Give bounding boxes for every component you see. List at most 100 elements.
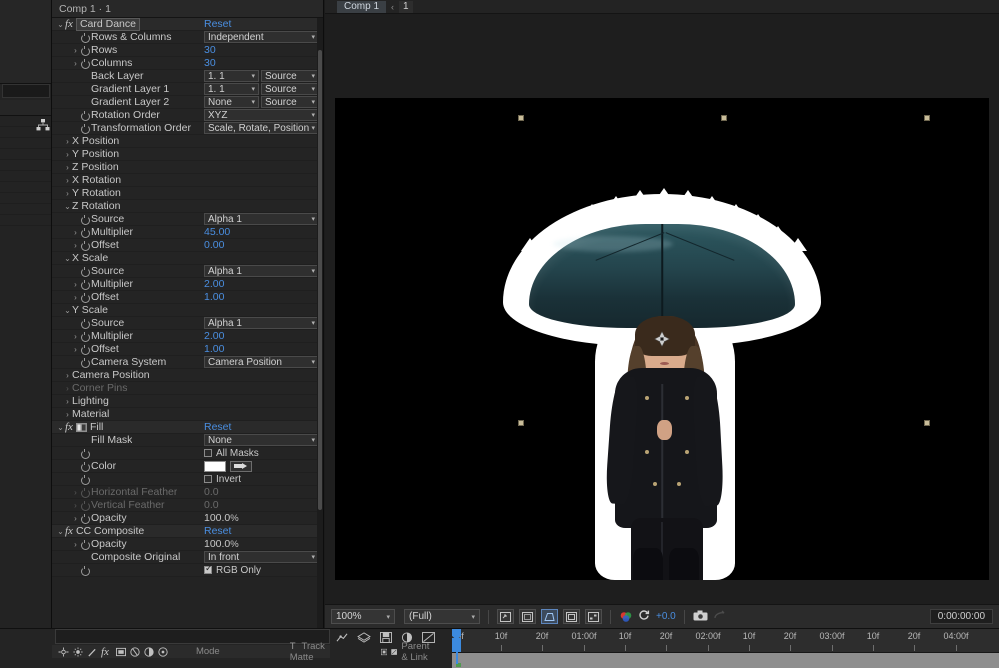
property-row-all-masks[interactable]: All Masks: [52, 447, 317, 460]
stopwatch-icon[interactable]: [80, 292, 90, 303]
disclosure-triangle[interactable]: ›: [63, 137, 72, 146]
list-item[interactable]: [0, 215, 51, 226]
stopwatch-icon[interactable]: [80, 500, 90, 511]
property-row-opacity[interactable]: › Opacity 100.0%: [52, 512, 317, 525]
property-row-rows[interactable]: › Rows 30: [52, 44, 317, 57]
property-row-x-rotation[interactable]: › X Rotation: [52, 174, 317, 187]
property-row-offset[interactable]: › Offset 1.00: [52, 343, 317, 356]
exposure-value[interactable]: +0.0: [656, 611, 676, 622]
show-snapshot-icon[interactable]: [519, 609, 536, 624]
property-row-opacity[interactable]: › Opacity 100.0%: [52, 538, 317, 551]
value-dropdown[interactable]: Independent ▾: [204, 31, 319, 43]
property-row-z-position[interactable]: › Z Position: [52, 161, 317, 174]
effect-header-fill[interactable]: ⌄ fx Fill Reset: [52, 421, 317, 434]
source-dropdown[interactable]: Source ▾: [261, 70, 319, 82]
property-value[interactable]: 30: [204, 44, 216, 56]
disclosure-triangle[interactable]: ›: [71, 280, 80, 289]
disclosure-triangle[interactable]: ›: [63, 371, 72, 380]
value-dropdown[interactable]: In front ▾: [204, 551, 319, 563]
disclosure-triangle[interactable]: ›: [63, 163, 72, 172]
reset-button[interactable]: Reset: [204, 421, 231, 433]
viewer-tab-comp1[interactable]: Comp 1: [337, 0, 387, 13]
disclosure-triangle[interactable]: ›: [71, 293, 80, 302]
opacity-icon[interactable]: [73, 646, 83, 657]
layer-dropdown[interactable]: None ▾: [204, 96, 259, 108]
adjustment-layer-icon[interactable]: [115, 647, 126, 657]
list-item[interactable]: [0, 160, 51, 171]
property-row-columns[interactable]: › Columns 30: [52, 57, 317, 70]
channel-color-icon[interactable]: [619, 611, 633, 623]
project-panel-area[interactable]: [0, 0, 51, 84]
property-row-vertical-feather[interactable]: › Vertical Feather 0.0: [52, 499, 317, 512]
viewer-stage[interactable]: [325, 14, 999, 604]
reset-exposure-icon[interactable]: [638, 609, 651, 624]
property-value[interactable]: 1.00: [204, 291, 224, 303]
property-row-material[interactable]: › Material: [52, 408, 317, 421]
lock-icon[interactable]: [391, 647, 398, 657]
project-footer-area[interactable]: [0, 100, 51, 116]
property-row-y-position[interactable]: › Y Position: [52, 148, 317, 161]
disclosure-triangle[interactable]: ⌄: [63, 306, 72, 315]
disclosure-triangle[interactable]: ›: [71, 332, 80, 341]
property-row-camera-system[interactable]: Camera System Camera Position ▾: [52, 356, 319, 369]
stopwatch-icon[interactable]: [80, 539, 90, 550]
value-dropdown[interactable]: Alpha 1 ▾: [204, 213, 319, 225]
disclosure-triangle[interactable]: ›: [71, 241, 80, 250]
stopwatch-icon[interactable]: [80, 448, 90, 459]
effects-presets-area[interactable]: [0, 116, 51, 628]
fx-icon[interactable]: fx: [101, 646, 109, 658]
property-value[interactable]: 2.00: [204, 330, 224, 342]
reset-button[interactable]: Reset: [204, 525, 231, 537]
disclosure-triangle[interactable]: ⌄: [63, 254, 72, 263]
property-row-multiplier[interactable]: › Multiplier 2.00: [52, 278, 317, 291]
playhead-foot[interactable]: [452, 638, 461, 652]
property-row-x-position[interactable]: › X Position: [52, 135, 317, 148]
value-dropdown[interactable]: Alpha 1 ▾: [204, 265, 319, 277]
stopwatch-icon[interactable]: [80, 266, 90, 277]
show-channel-icon[interactable]: [541, 609, 558, 624]
stopwatch-icon[interactable]: [80, 214, 90, 225]
value-dropdown[interactable]: None ▾: [204, 434, 319, 446]
chevron-left-icon[interactable]: ‹: [391, 2, 394, 12]
disclosure-triangle[interactable]: ⌄: [63, 202, 72, 211]
shy-icon[interactable]: [158, 646, 168, 657]
timeline-ruler[interactable]: 0f10f20f01:00f10f20f02:00f10f20f03:00f10…: [452, 629, 999, 653]
property-row-color[interactable]: Color: [52, 460, 317, 473]
stopwatch-icon[interactable]: [80, 32, 90, 43]
property-row-lighting[interactable]: › Lighting: [52, 395, 317, 408]
property-row-y-scale[interactable]: ⌄ Y Scale: [52, 304, 317, 317]
selection-handle-tl[interactable]: [518, 115, 524, 121]
property-row-offset[interactable]: › Offset 1.00: [52, 291, 317, 304]
effect-panel-scrollbar[interactable]: [317, 18, 323, 628]
layer-dropdown[interactable]: 1. 1 ▾: [204, 83, 259, 95]
effect-header-card-dance[interactable]: ⌄ fx Card Dance Reset: [52, 17, 317, 31]
property-value[interactable]: 0.00: [204, 239, 224, 251]
property-value[interactable]: 30: [204, 57, 216, 69]
property-value[interactable]: 1.00: [204, 343, 224, 355]
camera-icon[interactable]: [693, 610, 708, 624]
property-value[interactable]: 45.00: [204, 226, 230, 238]
stopwatch-icon[interactable]: [80, 487, 90, 498]
stopwatch-icon[interactable]: [80, 240, 90, 251]
transparency-grid-icon[interactable]: [585, 609, 602, 624]
reset-button[interactable]: Reset: [204, 18, 231, 30]
checkbox[interactable]: [204, 449, 212, 457]
stopwatch-icon[interactable]: [80, 565, 90, 576]
property-value[interactable]: 100.0: [204, 538, 230, 550]
checkbox-row[interactable]: All Masks: [204, 448, 259, 459]
motion-blur-icon[interactable]: [130, 646, 140, 657]
region-of-interest-icon[interactable]: [563, 609, 580, 624]
selection-handle-mr[interactable]: [924, 420, 930, 426]
stopwatch-icon[interactable]: [80, 318, 90, 329]
anchor-point-icon[interactable]: [654, 331, 671, 348]
color-swatch[interactable]: [204, 460, 226, 472]
project-search-well[interactable]: [2, 84, 50, 98]
disclosure-triangle[interactable]: ›: [63, 189, 72, 198]
list-item[interactable]: [0, 182, 51, 193]
value-dropdown[interactable]: Alpha 1 ▾: [204, 317, 319, 329]
disclosure-triangle[interactable]: ›: [63, 176, 72, 185]
disclosure-triangle[interactable]: ›: [71, 501, 80, 510]
property-row-composite-original[interactable]: Composite Original In front ▾: [52, 551, 319, 564]
property-row-horizontal-feather[interactable]: › Horizontal Feather 0.0: [52, 486, 317, 499]
property-row-y-rotation[interactable]: › Y Rotation: [52, 187, 317, 200]
